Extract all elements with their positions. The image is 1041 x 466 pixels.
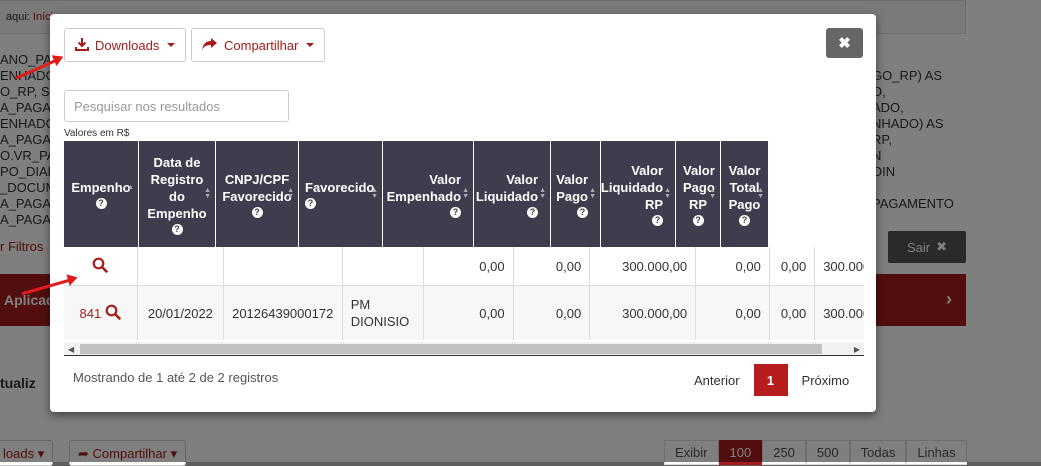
help-icon[interactable]: ? bbox=[95, 198, 107, 209]
help-icon[interactable]: ? bbox=[739, 215, 750, 226]
cell-data: 20/01/2022 bbox=[138, 286, 225, 340]
cell-valor-pago: 300.000,00 bbox=[590, 247, 697, 285]
currency-note: Valores em R$ bbox=[64, 128, 130, 139]
table-row-totals: 0,00 0,00 300.000,00 0,00 0,00 300.000, bbox=[64, 247, 864, 286]
times-icon: ✖ bbox=[838, 35, 851, 52]
downloads-label: Downloads bbox=[95, 37, 160, 53]
column-label: Valor Empenhado bbox=[386, 171, 462, 204]
column-header-data-registro[interactable]: Data de Registro do Empenho ? ▲ ▼ bbox=[139, 141, 216, 247]
search-icon[interactable] bbox=[105, 304, 121, 323]
sort-icon: ▲ ▼ bbox=[539, 187, 546, 200]
sort-icon: ▲ ▼ bbox=[204, 187, 211, 200]
share-icon bbox=[202, 37, 218, 53]
download-icon bbox=[75, 37, 89, 54]
cell-valor-total-pago: 300.000, bbox=[815, 247, 864, 285]
sort-icon: ▲ ▼ bbox=[287, 187, 294, 200]
help-icon[interactable]: ? bbox=[577, 206, 588, 218]
table-body: 0,00 0,00 300.000,00 0,00 0,00 300.000, … bbox=[64, 247, 864, 340]
cell-valor-liquidado: 0,00 bbox=[514, 247, 591, 285]
scroll-right-icon[interactable]: ▶ bbox=[854, 345, 860, 354]
table-row: 841 20/01/2022 20126439000172 PM DIONISI… bbox=[64, 286, 864, 340]
help-icon[interactable]: ? bbox=[450, 206, 461, 218]
scrollbar-thumb[interactable] bbox=[80, 344, 822, 354]
help-icon[interactable]: ? bbox=[251, 206, 263, 218]
pagination: Anterior 1 Próximo bbox=[680, 364, 863, 396]
cell-favorecido bbox=[343, 247, 425, 285]
downloads-button[interactable]: Downloads bbox=[64, 28, 187, 62]
caret-down-icon bbox=[306, 43, 315, 47]
help-icon[interactable]: ? bbox=[527, 206, 538, 218]
close-button[interactable]: ✖ bbox=[826, 28, 863, 58]
next-page-button[interactable]: Próximo bbox=[788, 365, 864, 396]
column-label: Valor Liquidado bbox=[475, 171, 539, 204]
cell-cnpj bbox=[224, 247, 343, 285]
help-icon[interactable]: ? bbox=[692, 215, 704, 226]
sort-icon: ▲ ▼ bbox=[462, 187, 469, 200]
share-label: Compartilhar bbox=[224, 37, 299, 53]
column-header-cnpj[interactable]: CNPJ/CPF Favorecido ? ▲ ▼ bbox=[216, 141, 299, 247]
current-page-button[interactable]: 1 bbox=[753, 364, 788, 396]
cell-valor-total-pago: 300.000, bbox=[815, 286, 864, 340]
cell-valor-empenhado: 0,00 bbox=[424, 247, 514, 285]
sort-icon: ▲ bbox=[127, 183, 134, 191]
column-label: Valor Liquidado RP bbox=[600, 163, 664, 212]
sort-icon: ▲ ▼ bbox=[371, 187, 378, 200]
help-icon[interactable]: ? bbox=[652, 215, 663, 226]
column-label: Favorecido bbox=[305, 180, 375, 195]
cell-valor-pago: 300.000,00 bbox=[590, 286, 697, 340]
scroll-left-icon[interactable]: ◀ bbox=[68, 345, 74, 354]
cell-valor-empenhado: 0,00 bbox=[424, 286, 514, 340]
column-label: Valor Pago bbox=[556, 171, 588, 204]
column-header-valor-total-pago[interactable]: Valor Total Pago ? ▲ ▼ bbox=[721, 141, 768, 247]
search-icon[interactable] bbox=[92, 257, 109, 276]
records-info: Mostrando de 1 até 2 de 2 registros bbox=[73, 370, 279, 385]
column-header-valor-empenhado[interactable]: Valor Empenhado ? ▲ ▼ bbox=[383, 141, 474, 247]
cell-valor-pago-rp: 0,00 bbox=[770, 247, 816, 285]
results-modal: Downloads Compartilhar ✖ Valores em R$ E… bbox=[50, 14, 876, 412]
empenho-link[interactable]: 841 bbox=[79, 306, 101, 321]
sort-icon: ▲ ▼ bbox=[757, 187, 764, 200]
caret-down-icon bbox=[167, 43, 176, 47]
help-icon[interactable]: ? bbox=[305, 198, 316, 209]
column-label: Data de Registro do Empenho bbox=[147, 154, 207, 221]
column-header-valor-liquidado-rp[interactable]: Valor Liquidado RP ? ▲ ▼ bbox=[601, 141, 676, 247]
cell-valor-liquidado: 0,00 bbox=[514, 286, 591, 340]
cell-valor-liquidado-rp: 0,00 bbox=[696, 286, 770, 340]
sort-icon: ▲ ▼ bbox=[709, 187, 716, 200]
table-header: Empenho ? ▲ Data de Registro do Empenho … bbox=[64, 141, 768, 247]
column-header-valor-liquidado[interactable]: Valor Liquidado ? ▲ ▼ bbox=[474, 141, 551, 247]
cell-favorecido: PM DIONISIO bbox=[343, 286, 425, 340]
cell-empenho[interactable]: 841 bbox=[64, 286, 138, 340]
horizontal-scrollbar[interactable]: ◀ ▶ bbox=[64, 342, 864, 356]
search-input[interactable] bbox=[64, 90, 289, 122]
column-label: CNPJ/CPF Favorecido bbox=[222, 171, 292, 204]
previous-page-button[interactable]: Anterior bbox=[680, 365, 754, 396]
help-icon[interactable]: ? bbox=[171, 223, 183, 235]
column-header-valor-pago[interactable]: Valor Pago ? ▲ ▼ bbox=[551, 141, 601, 247]
share-button[interactable]: Compartilhar bbox=[191, 28, 326, 62]
column-header-favorecido[interactable]: Favorecido ? ▲ ▼ bbox=[299, 141, 383, 247]
sort-icon: ▲ ▼ bbox=[589, 187, 596, 200]
cell-data bbox=[138, 247, 225, 285]
column-header-valor-pago-rp[interactable]: Valor Pago RP ? ▲ ▼ bbox=[676, 141, 721, 247]
cell-cnpj: 20126439000172 bbox=[224, 286, 343, 340]
cell-valor-liquidado-rp: 0,00 bbox=[696, 247, 770, 285]
column-header-empenho[interactable]: Empenho ? ▲ bbox=[64, 141, 139, 247]
column-label: Valor Total Pago bbox=[728, 163, 761, 212]
column-label: Empenho bbox=[71, 180, 131, 195]
cell-valor-pago-rp: 0,00 bbox=[770, 286, 816, 340]
sort-icon: ▲ ▼ bbox=[664, 187, 671, 200]
